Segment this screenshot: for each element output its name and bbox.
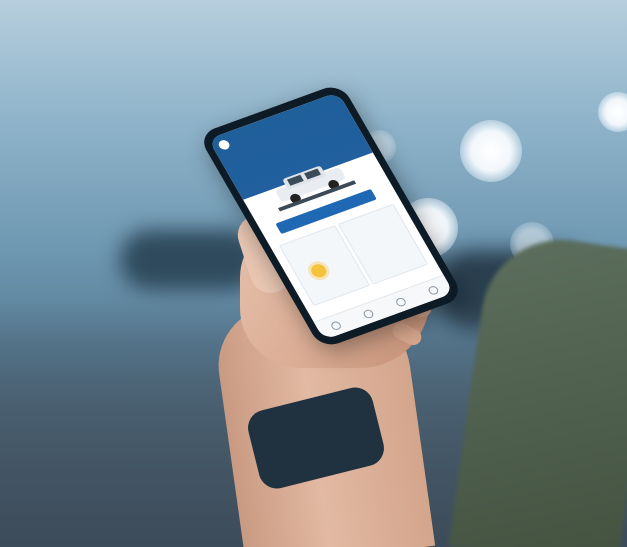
background-photo <box>0 0 627 547</box>
bokeh-light <box>460 120 522 182</box>
app-header-top <box>216 136 239 151</box>
account-icon[interactable] <box>426 284 440 296</box>
location-icon[interactable] <box>393 296 407 308</box>
home-icon[interactable] <box>328 320 342 331</box>
card-title <box>343 209 391 227</box>
photo-frame <box>0 0 627 547</box>
bokeh-light <box>598 92 627 132</box>
brand-logo-icon <box>216 138 232 151</box>
sun-icon <box>308 262 329 280</box>
card-title <box>285 230 333 248</box>
car-icon[interactable] <box>361 308 375 320</box>
